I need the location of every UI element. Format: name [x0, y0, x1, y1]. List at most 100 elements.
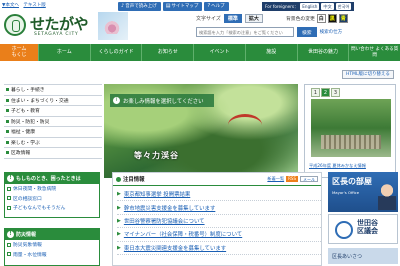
- news-title: 注目情報: [123, 177, 145, 183]
- news-item[interactable]: ▶ 東京都知事選挙 投開票結果: [117, 188, 321, 202]
- text-version-link[interactable]: テキスト版: [23, 3, 45, 8]
- hero-image[interactable]: i お楽しみ情報を選択してください 等々力渓谷: [104, 84, 298, 178]
- side-item-safety[interactable]: 防災・防犯・防災: [4, 117, 102, 127]
- font-large-button[interactable]: 拡大: [244, 14, 263, 23]
- slide-tab-1[interactable]: 1: [311, 88, 320, 97]
- slideshow-caption[interactable]: 平成26年度 夏休みかなえ情報: [309, 163, 366, 169]
- mayor-greeting-banner[interactable]: 区長あいさつ: [328, 248, 398, 264]
- mayor-office-title: 区長の部屋: [332, 177, 372, 186]
- slide-tab-3[interactable]: 3: [331, 88, 340, 97]
- side-item-children[interactable]: 子ども・教育: [4, 106, 102, 117]
- side-item-administration[interactable]: 区政情報: [4, 148, 102, 159]
- arrow-right-icon: ▶: [117, 244, 121, 251]
- site-logo[interactable]: せたがや SETAGAYA CITY: [4, 10, 96, 42]
- sitemap-label: サイトマップ: [171, 4, 199, 9]
- council-title: 世田谷 区議会: [357, 219, 378, 236]
- side-item-procedures[interactable]: 暮らし・手続き: [4, 85, 102, 96]
- disaster-item-label: 防災気象情報: [13, 243, 42, 249]
- side-item-welfare[interactable]: 福祉・健康: [4, 127, 102, 138]
- bg-color-control: 背景色の変更 白 黒 青: [286, 14, 348, 23]
- mayor-office-banner[interactable]: 区長の部屋 Mayor's Office: [328, 172, 398, 212]
- news-item[interactable]: ▶ 世田谷警察署防犯協議会について: [117, 215, 321, 229]
- side-item-label: 子ども・教育: [11, 109, 40, 115]
- bullet-icon: [6, 130, 9, 134]
- news-header: 注目情報 新着一覧 RSS メール: [113, 173, 321, 186]
- search-help-link[interactable]: 検索の仕方: [320, 29, 343, 35]
- hero-banner[interactable]: i お楽しみ情報を選択してください: [110, 94, 214, 107]
- lang-chinese-link[interactable]: 中文: [321, 3, 334, 10]
- bullet-icon: [6, 98, 9, 102]
- rss-button[interactable]: RSS: [286, 176, 298, 182]
- language-bar: For foreigners： English 中文 한국어: [262, 2, 355, 11]
- skip-links: ▼本文へ テキスト版: [2, 2, 49, 8]
- mail-button[interactable]: メール: [300, 176, 318, 182]
- lang-english-link[interactable]: English: [300, 3, 320, 10]
- mayor-office-subtitle: Mayor's Office: [332, 190, 360, 195]
- side-item-label: 楽しむ・学ぶ: [11, 140, 40, 146]
- trouble-item-emergency[interactable]: 休日夜間・救急病院: [5, 184, 99, 194]
- side-item-label: 暮らし・手続き: [11, 88, 45, 94]
- gnav-item-attractions[interactable]: 世田谷の魅力: [296, 44, 349, 61]
- warning-icon: !: [7, 231, 14, 238]
- disaster-item-weather[interactable]: 防災気象情報: [5, 240, 99, 250]
- help-icon: ?: [207, 3, 211, 9]
- side-item-label: 住まい・まちづくり・交通: [11, 98, 69, 104]
- gnav-item-news[interactable]: お知らせ: [141, 44, 193, 61]
- checkbox-bullet-icon: [7, 186, 11, 191]
- search-input[interactable]: [196, 27, 294, 37]
- lang-korean-link[interactable]: 한국어: [335, 3, 352, 10]
- trouble-item-consultation[interactable]: 区の相談窓口: [5, 194, 99, 204]
- search-button[interactable]: 検索: [297, 27, 317, 37]
- language-label: For foreigners：: [265, 3, 299, 9]
- gnav-item-events[interactable]: イベント: [193, 44, 245, 61]
- disaster-box-header: ! 防災情報: [5, 229, 99, 240]
- city-council-banner[interactable]: 世田谷 区議会: [328, 214, 398, 244]
- checkbox-bullet-icon: [7, 242, 11, 247]
- sitemap-button[interactable]: ▤ サイトマップ: [162, 2, 203, 11]
- bg-black-button[interactable]: 黒: [327, 14, 337, 23]
- disaster-box: ! 防災情報 防災気象情報 雨量・水位情報: [4, 228, 100, 266]
- html-version-button[interactable]: HTML版に切り替える: [342, 70, 394, 79]
- news-item-label: 世田谷警察署防犯協議会について: [123, 218, 205, 225]
- logo-text: せたがや: [30, 15, 89, 33]
- mayor-portrait: [378, 182, 396, 210]
- help-button[interactable]: ? ヘルプ: [204, 2, 229, 11]
- trouble-item-children[interactable]: 子どもなんでもそうだん: [5, 203, 99, 213]
- side-item-housing[interactable]: 住まい・まちづくり・交通: [4, 96, 102, 106]
- news-item[interactable]: ▶ マイナンバー（社会保障・税番号）制度について: [117, 228, 321, 242]
- trouble-item-label: 区の相談窓口: [13, 196, 42, 202]
- font-standard-button[interactable]: 標準: [223, 14, 242, 23]
- hero-bridge: [228, 114, 262, 136]
- skip-to-content-link[interactable]: ▼本文へ: [2, 3, 19, 8]
- bullet-icon: [6, 88, 9, 92]
- slide-tab-2[interactable]: 2: [321, 88, 330, 97]
- side-item-leisure[interactable]: 楽しむ・学ぶ: [4, 138, 102, 148]
- council-title-line2: 区議会: [357, 227, 378, 236]
- trouble-item-label: 休日夜間・救急病院: [13, 187, 57, 193]
- news-item[interactable]: ▶ 東日本大震災関連支援金を募集しています: [117, 242, 321, 255]
- sitemap-icon: ▤: [165, 3, 171, 9]
- disaster-item-rainfall[interactable]: 雨量・水位情報: [5, 250, 99, 260]
- gnav-item-living-guide[interactable]: くらしのガイド: [89, 44, 142, 61]
- news-item[interactable]: ▶ 幹市地震災害支援金を募集しています: [117, 201, 321, 215]
- gnav-item-facilities[interactable]: 施設: [244, 44, 297, 61]
- disaster-box-title: 防災情報: [16, 232, 37, 238]
- arrow-right-icon: ▶: [117, 217, 121, 224]
- news-more-link[interactable]: 新着一覧: [267, 176, 284, 182]
- global-nav: ホーム もくじ ホーム くらしのガイド お知らせ イベント 施設 世田谷の魅力 …: [0, 44, 400, 61]
- gnav-home-tab[interactable]: ホーム もくじ: [0, 44, 38, 61]
- gnav-item-home[interactable]: ホーム: [38, 44, 90, 61]
- voice-read-button[interactable]: ♪ 音声で読み上げ: [118, 2, 161, 11]
- gnav-item-contact[interactable]: 問い合わせ よくある質問: [348, 44, 400, 61]
- bg-white-button[interactable]: 白: [316, 14, 326, 23]
- header-photo: [98, 12, 128, 40]
- news-dot-icon: [116, 176, 121, 182]
- speaker-icon: ♪: [121, 3, 125, 9]
- checkbox-bullet-icon: [7, 196, 11, 201]
- side-menu-list: 暮らし・手続き 住まい・まちづくり・交通 子ども・教育 防災・防犯・防災 福祉・…: [4, 84, 102, 159]
- info-icon: i: [113, 97, 120, 104]
- slideshow-image[interactable]: [311, 99, 391, 157]
- trouble-box-header: ! もしものとき、困ったときは: [5, 173, 99, 184]
- bg-blue-button[interactable]: 青: [338, 14, 348, 23]
- gnav-home-line2: もくじ: [11, 51, 27, 58]
